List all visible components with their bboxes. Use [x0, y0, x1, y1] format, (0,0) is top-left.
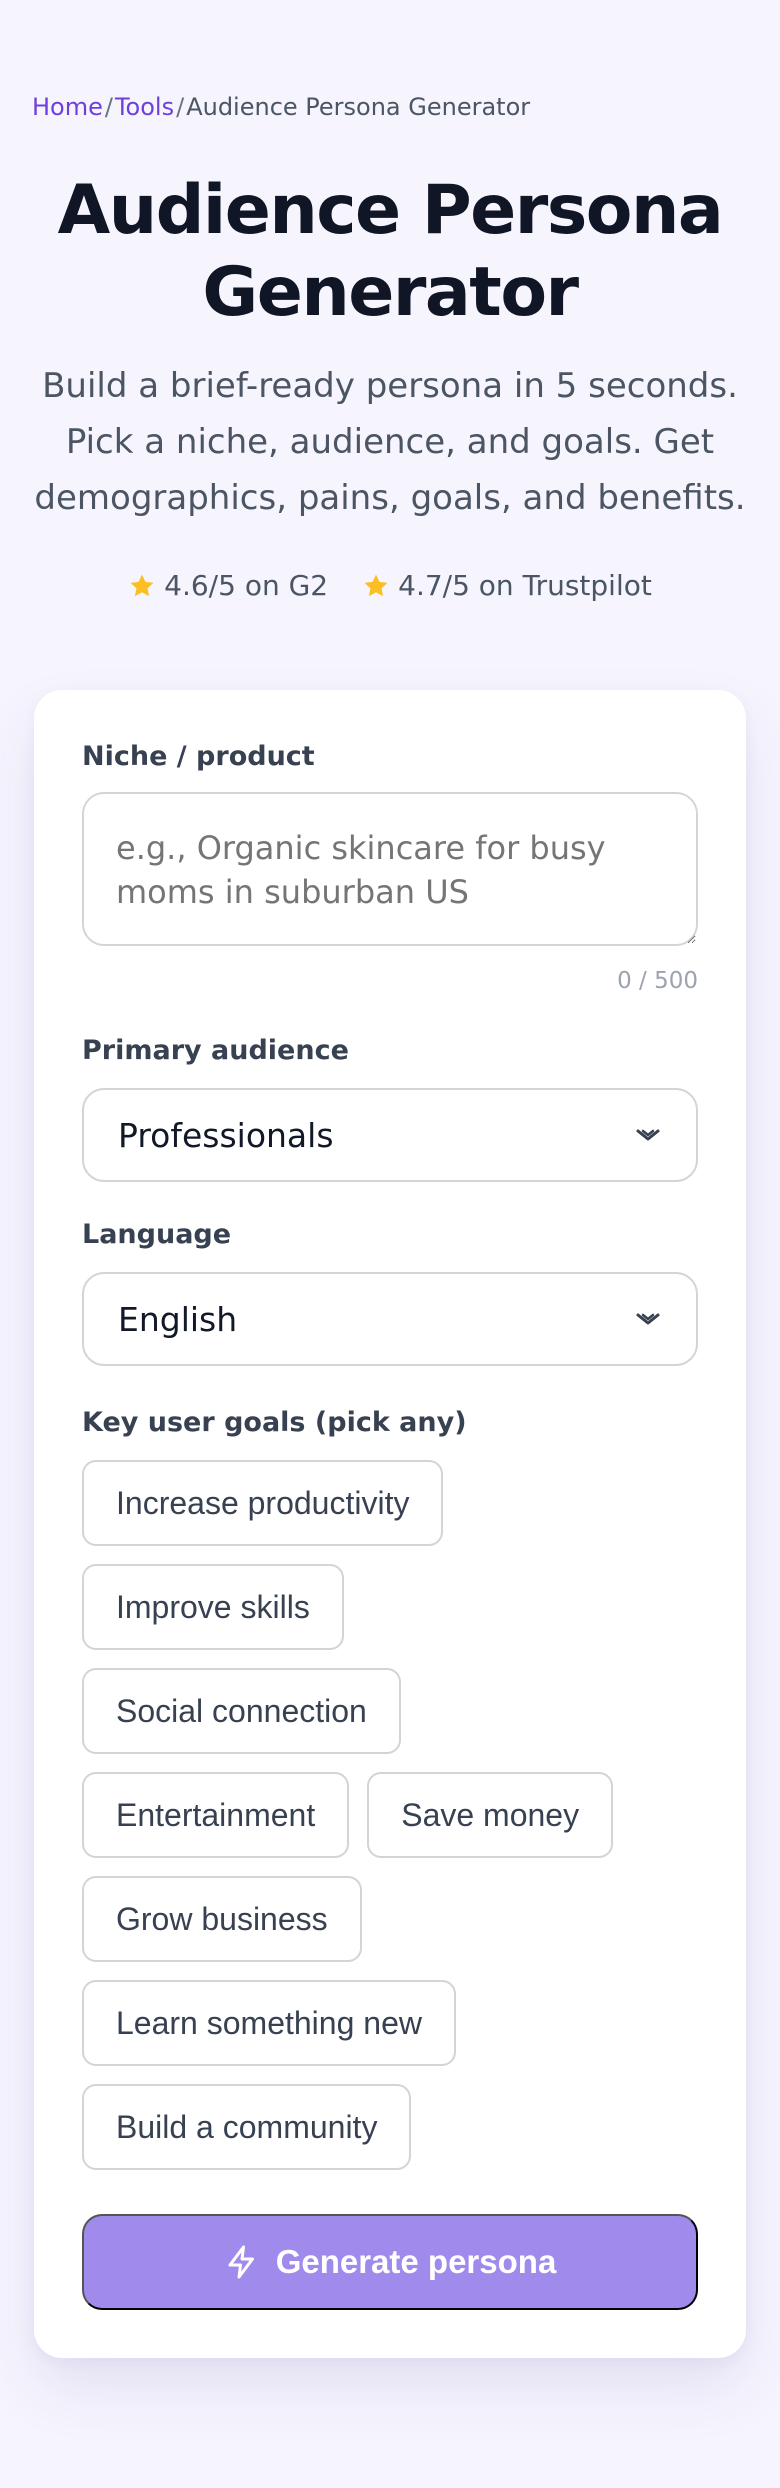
- breadcrumb-tools-link[interactable]: Tools: [115, 92, 174, 122]
- breadcrumb-home-link[interactable]: Home: [32, 92, 103, 122]
- breadcrumb: Home / Tools / Audience Persona Generato…: [32, 92, 530, 122]
- goal-chip-social-connection[interactable]: Social connection: [82, 1668, 401, 1754]
- chevron-down-icon: [636, 1129, 660, 1141]
- rating-trustpilot: 4.7/5 on Trustpilot: [362, 568, 652, 604]
- generate-persona-label: Generate persona: [275, 2243, 557, 2280]
- page-subtitle: Build a brief-ready persona in 5 seconds…: [24, 358, 756, 526]
- goal-chip-learn-something-new[interactable]: Learn something new: [82, 1980, 456, 2066]
- goal-chip-build-a-community[interactable]: Build a community: [82, 2084, 412, 2170]
- chevron-down-icon: [636, 1313, 660, 1325]
- goal-chip-grow-business[interactable]: Grow business: [82, 1876, 362, 1962]
- star-icon: [364, 574, 388, 597]
- lightning-icon: [228, 2245, 254, 2279]
- rating-g2-text: 4.6/5 on G2: [164, 569, 329, 602]
- goal-chip-improve-skills[interactable]: Improve skills: [82, 1564, 344, 1650]
- persona-form-card: Niche / product 0 / 500 Primary audience…: [34, 690, 746, 2358]
- page-title-line1: Audience Persona: [57, 171, 724, 250]
- goal-chip-save-money[interactable]: Save money: [367, 1772, 614, 1858]
- goal-chip-entertainment[interactable]: Entertainment: [82, 1772, 350, 1858]
- audience-select-value: Professionals: [118, 1115, 334, 1155]
- generate-persona-button[interactable]: Generate persona: [82, 2214, 698, 2310]
- audience-label: Primary audience: [82, 1035, 349, 1066]
- star-icon: [130, 574, 154, 597]
- page: Home / Tools / Audience Persona Generato…: [0, 0, 780, 2488]
- breadcrumb-separator: /: [176, 93, 185, 121]
- goals-chip-group: Increase productivity Improve skills Soc…: [82, 1460, 698, 2188]
- page-title-line2: Generator: [202, 253, 579, 332]
- niche-label: Niche / product: [82, 741, 315, 772]
- language-select[interactable]: English: [82, 1272, 698, 1366]
- language-select-value: English: [118, 1299, 238, 1339]
- niche-input[interactable]: [82, 792, 698, 946]
- niche-char-counter: 0 / 500: [617, 968, 698, 994]
- subtitle-line2: Pick a niche, audience, and goals. Get: [65, 422, 715, 462]
- subtitle-line3: demographics, pains, goals, and benefits…: [34, 478, 746, 518]
- goals-label: Key user goals (pick any): [82, 1407, 467, 1438]
- rating-g2: 4.6/5 on G2: [128, 568, 328, 604]
- subtitle-line1: Build a brief-ready persona in 5 seconds…: [42, 366, 738, 406]
- language-label: Language: [82, 1219, 232, 1250]
- rating-trustpilot-text: 4.7/5 on Trustpilot: [398, 569, 652, 602]
- breadcrumb-separator: /: [104, 93, 113, 121]
- audience-select[interactable]: Professionals: [82, 1088, 698, 1182]
- page-title: Audience Persona Generator: [0, 170, 780, 334]
- breadcrumb-current: Audience Persona Generator: [186, 93, 531, 121]
- goal-chip-increase-productivity[interactable]: Increase productivity: [82, 1460, 444, 1546]
- ratings: 4.6/5 on G2 4.7/5 on Trustpilot: [0, 568, 780, 604]
